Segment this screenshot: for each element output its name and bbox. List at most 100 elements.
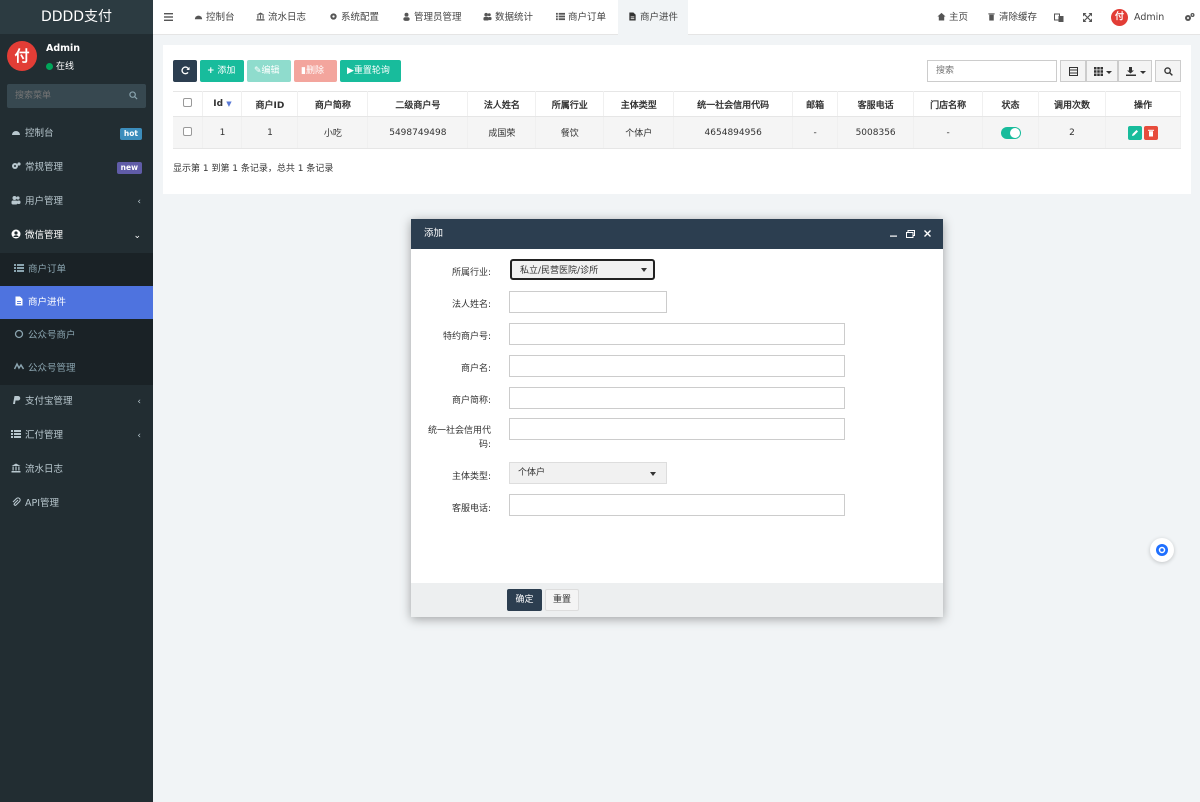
clear-cache-label: 清除缓存 [999, 12, 1038, 23]
trash-icon [1147, 129, 1154, 136]
file-icon [15, 296, 23, 306]
tab-data-stats[interactable]: 数据统计 [483, 0, 533, 35]
select-all-checkbox[interactable] [183, 98, 193, 107]
cell-phone: 5008356 [837, 116, 915, 149]
tab-dashboard[interactable]: 控制台 [194, 0, 235, 35]
dialog-footer: 确定 重置 [411, 583, 943, 617]
industry-select[interactable]: 私立/民营医院/诊所 [510, 259, 655, 280]
row-select-cell [173, 116, 204, 149]
sidebar-item-label: 汇付管理 [25, 430, 64, 441]
fullscreen-icon[interactable] [1083, 13, 1092, 22]
special-merchant-no-field[interactable] [509, 323, 845, 345]
floating-help-button[interactable] [1150, 538, 1174, 562]
admin-name[interactable]: Admin [1134, 0, 1164, 35]
home-link[interactable]: 主页 [937, 0, 968, 35]
sidebar-item-users[interactable]: 用户管理 ‹ [0, 185, 153, 219]
sidebar-item-general[interactable]: 常规管理 new [0, 151, 153, 185]
credit-code-label-line2: 码: [478, 440, 491, 450]
caret-down-icon [650, 472, 656, 476]
credit-code-field[interactable] [509, 418, 845, 440]
tab-merchant-onboarding[interactable]: 商户进件 [618, 0, 689, 35]
sidebar-item-merchant-onboarding[interactable]: 商户进件 [0, 286, 153, 319]
list-icon [556, 12, 565, 21]
tab-merchant-orders[interactable]: 商户订单 [556, 0, 606, 35]
sidebar-item-huifu[interactable]: 汇付管理 ‹ [0, 419, 153, 453]
column-header-id[interactable]: Id ▼ [202, 91, 243, 117]
column-header: 统一社会信用代码 [673, 91, 794, 117]
clear-cache-button[interactable]: 清除缓存 [987, 0, 1037, 35]
cell-email: - [792, 116, 839, 149]
sidebar-menu: 控制台 hot 常规管理 new 用户管理 ‹ 微信管理 ⌄ 商户订单 商户进件… [0, 117, 153, 521]
brand-logo[interactable]: DDDD支付 [0, 0, 153, 34]
hot-badge: hot [119, 128, 142, 140]
chevron-left-icon: ‹ [137, 397, 141, 407]
settings-cogs-icon[interactable] [1184, 12, 1195, 22]
home-label: 主页 [949, 12, 969, 23]
cell-calls: 2 [1038, 116, 1106, 149]
dialog-title: 添加 [424, 228, 444, 239]
columns-button[interactable] [1086, 60, 1118, 82]
sidebar-item-wechat[interactable]: 微信管理 ⌄ [0, 219, 153, 253]
paypal-icon [13, 396, 21, 404]
column-header: 法人姓名 [467, 91, 537, 117]
chevron-left-icon: ‹ [137, 197, 141, 207]
reset-poll-label: 重置轮询 [353, 66, 390, 76]
cell-sub-merchant-no: 5498749498 [367, 116, 469, 149]
sidebar-item-api[interactable]: API管理 [0, 487, 153, 521]
bank-icon [256, 12, 265, 21]
refresh-button[interactable] [173, 60, 197, 82]
tab-label: 商户订单 [568, 12, 607, 23]
delete-button[interactable]: ▮删除 [294, 60, 337, 82]
sidebar-item-dashboard[interactable]: 控制台 hot [0, 117, 153, 151]
sort-desc-icon: ▼ [226, 100, 232, 108]
merchant-name-field[interactable] [509, 355, 845, 377]
search-button[interactable] [1155, 60, 1181, 82]
admin-avatar[interactable]: 付 [1111, 9, 1128, 26]
reset-button[interactable]: 重置 [545, 589, 579, 611]
pencil-icon: ✎ [254, 66, 262, 76]
sidebar-item-alipay[interactable]: 支付宝管理 ‹ [0, 385, 153, 419]
close-icon[interactable] [924, 230, 931, 237]
table-search-input[interactable] [927, 60, 1057, 82]
maximize-icon[interactable] [906, 230, 915, 238]
sidebar-item-official-merchant[interactable]: 公众号商户 [0, 319, 153, 352]
cog-icon [330, 13, 337, 20]
reset-poll-button[interactable]: ▶重置轮询 [340, 60, 401, 82]
toggle-view-button[interactable] [1060, 60, 1086, 82]
table-row[interactable]: 1 1 小吃 5498749498 成国荣 餐饮 个体户 4654894956 … [173, 116, 1182, 149]
minimize-icon[interactable] [890, 233, 897, 237]
play-icon: ▶ [347, 66, 354, 76]
edit-button[interactable]: ✎编辑 [247, 60, 291, 82]
tab-system-config[interactable]: 系统配置 [329, 0, 379, 35]
column-header: 商户简称 [297, 91, 369, 117]
confirm-button[interactable]: 确定 [507, 589, 542, 611]
cell-id: 1 [202, 116, 243, 149]
legal-name-field[interactable] [509, 291, 667, 313]
row-edit-button[interactable] [1127, 125, 1142, 140]
table-header-row: Id ▼ 商户ID 商户简称 二级商户号 法人姓名 所属行业 主体类型 统一社会… [173, 91, 1182, 117]
translate-icon[interactable] [1054, 13, 1064, 23]
sidebar-item-label: 支付宝管理 [25, 396, 73, 407]
sidebar-item-flow-log[interactable]: 流水日志 [0, 453, 153, 487]
industry-select-value: 私立/民营医院/诊所 [520, 266, 599, 276]
search-icon[interactable] [129, 91, 138, 100]
home-icon [937, 12, 946, 21]
service-phone-field[interactable] [509, 494, 845, 516]
sidebar-item-label: 常规管理 [25, 162, 64, 173]
status-toggle[interactable] [1000, 126, 1021, 139]
sidebar-item-official-account[interactable]: 公众号管理 [0, 352, 153, 385]
tab-admin-manage[interactable]: 管理员管理 [402, 0, 462, 35]
entity-type-select[interactable]: 个体户 [509, 462, 667, 484]
export-button[interactable] [1118, 60, 1152, 82]
row-delete-button[interactable] [1143, 125, 1158, 140]
menu-toggle-icon[interactable] [164, 13, 173, 21]
sidebar-search-input[interactable] [7, 84, 146, 108]
add-button[interactable]: + 添加 [200, 60, 244, 82]
sidebar-item-label: 商户进件 [28, 297, 67, 308]
sidebar-item-merchant-orders[interactable]: 商户订单 [0, 253, 153, 286]
row-checkbox[interactable] [183, 126, 193, 136]
tab-flow-log[interactable]: 流水日志 [256, 0, 306, 35]
column-header: 状态 [982, 91, 1040, 117]
merchant-short-name-field[interactable] [509, 387, 845, 409]
top-navbar: 控制台 流水日志 系统配置 管理员管理 数据统计 商户订单 商户进件 主页 清除… [153, 0, 1200, 35]
